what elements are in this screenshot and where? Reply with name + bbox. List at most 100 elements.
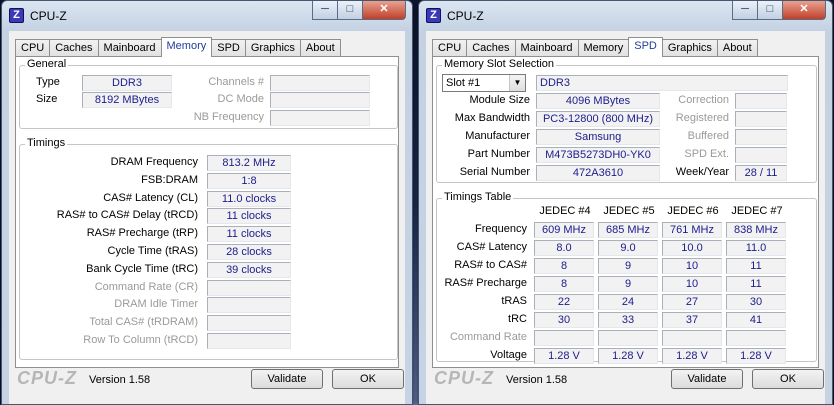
type-label: Type <box>36 76 60 88</box>
cell-trc-jedec-6: 37 <box>662 312 722 328</box>
column-header-jedec-7: JEDEC #7 <box>731 205 783 217</box>
tab-mainboard[interactable]: Mainboard <box>514 39 579 57</box>
tab-caches[interactable]: Caches <box>466 39 516 57</box>
row-label-tras: tRAS <box>501 295 527 307</box>
cell-trc-jedec-7: 41 <box>726 312 786 328</box>
module-size-label: Module Size <box>469 94 530 106</box>
part-number-value: M473B5273DH0-YK0 <box>536 147 660 163</box>
cell-ras-precharge-jedec-5: 9 <box>598 276 658 292</box>
tab-cpu[interactable]: CPU <box>15 39 51 57</box>
cell-ras-to-cas-jedec-7: 11 <box>726 258 786 274</box>
spd-panel: Memory Slot Selection Slot #1 ▼ DDR3 Mod… <box>432 56 819 368</box>
cell-frequency-jedec-5: 685 MHz <box>598 222 658 238</box>
tab-graphics[interactable]: Graphics <box>661 39 718 57</box>
window-content: CPU Caches Mainboard Memory SPD Graphics… <box>426 31 825 404</box>
dc-mode-label: DC Mode <box>217 93 264 105</box>
version-label: Version 1.58 <box>89 374 151 386</box>
tab-memory[interactable]: Memory <box>160 37 213 57</box>
timing-value-fsb-dram: 1:8 <box>207 172 291 189</box>
column-header-jedec-5: JEDEC #5 <box>603 205 655 217</box>
cell-ras-precharge-jedec-4: 8 <box>534 276 594 292</box>
tab-mainboard[interactable]: Mainboard <box>97 39 162 57</box>
timings-table-legend: Timings Table <box>442 191 514 203</box>
channels-label: Channels # <box>208 76 264 88</box>
timing-label-ras-to-cas-delay-trcd: RAS# to CAS# Delay (tRCD) <box>56 209 198 222</box>
timing-value-row-to-column-trcd <box>207 333 291 349</box>
cell-ras-to-cas-jedec-5: 9 <box>598 258 658 274</box>
correction-label: Correction <box>678 94 729 106</box>
timing-value-ras-precharge-trp: 11 clocks <box>207 226 291 243</box>
version-label: Version 1.58 <box>506 374 568 386</box>
timing-label-dram-idle-timer: DRAM Idle Timer <box>114 298 198 311</box>
validate-button[interactable]: Validate <box>671 369 743 389</box>
cell-frequency-jedec-6: 761 MHz <box>662 222 722 238</box>
cell-tras-jedec-5: 24 <box>598 294 658 310</box>
row-label-command-rate: Command Rate <box>449 331 527 343</box>
window-content: CPU Caches Mainboard Memory SPD Graphics… <box>9 31 405 404</box>
tab-spd[interactable]: SPD <box>211 39 246 57</box>
tab-memory[interactable]: Memory <box>577 39 630 57</box>
timing-label-dram-frequency: DRAM Frequency <box>110 156 198 168</box>
cell-frequency-jedec-4: 609 MHz <box>534 222 594 238</box>
tab-caches[interactable]: Caches <box>49 39 99 57</box>
cell-command-rate-jedec-7 <box>726 330 786 346</box>
cpuz-brand-logo: CPU-Z <box>434 368 494 388</box>
size-value: 8192 MBytes <box>82 92 172 108</box>
row-label-ras-precharge: RAS# Precharge <box>444 277 527 289</box>
cell-cas-latency-jedec-7: 11.0 <box>726 240 786 256</box>
ok-button[interactable]: OK <box>752 369 824 389</box>
timing-value-cas-latency-cl: 11.0 clocks <box>207 190 291 207</box>
timing-label-cas-latency-cl: CAS# Latency (CL) <box>103 191 198 204</box>
timings-table-group: Timings Table JEDEC #4 JEDEC #5 JEDEC #6… <box>436 191 817 364</box>
cell-ras-precharge-jedec-6: 10 <box>662 276 722 292</box>
cpuz-window-memory: Z CPU-Z ─ □ ✕ CPU Caches Mainboard Memor… <box>1 0 413 405</box>
close-button[interactable]: ✕ <box>782 1 826 20</box>
week-year-value: 28 / 11 <box>735 165 787 181</box>
cell-command-rate-jedec-5 <box>598 330 658 346</box>
channels-value <box>270 75 370 91</box>
spd-ext-value <box>735 147 787 163</box>
slot-select[interactable]: Slot #1 ▼ <box>442 74 526 92</box>
size-label: Size <box>36 93 58 105</box>
registered-value <box>735 111 787 127</box>
tab-cpu[interactable]: CPU <box>432 39 468 57</box>
timings-legend: Timings <box>25 137 68 149</box>
tab-about[interactable]: About <box>716 39 758 57</box>
timing-value-dram-frequency: 813.2 MHz <box>207 155 291 171</box>
window-title: CPU-Z <box>30 9 67 23</box>
max-bandwidth-label: Max Bandwidth <box>454 112 530 124</box>
maximize-button[interactable]: □ <box>757 1 783 20</box>
minimize-button[interactable]: ─ <box>312 1 338 20</box>
tab-graphics[interactable]: Graphics <box>244 39 301 57</box>
title-bar[interactable]: Z CPU-Z ─ □ ✕ <box>2 1 412 31</box>
registered-label: Registered <box>675 112 729 124</box>
serial-number-value: 472A3610 <box>536 165 660 181</box>
validate-button[interactable]: Validate <box>251 369 323 389</box>
slot-selection-legend: Memory Slot Selection <box>442 58 557 70</box>
cell-ras-to-cas-jedec-6: 10 <box>662 258 722 274</box>
timing-label-ras-precharge-trp: RAS# Precharge (tRP) <box>86 227 198 240</box>
timing-value-command-rate-cr <box>207 279 291 296</box>
tab-about[interactable]: About <box>299 39 341 57</box>
cpuz-app-icon: Z <box>9 8 24 23</box>
maximize-button[interactable]: □ <box>337 1 363 20</box>
minimize-button[interactable]: ─ <box>732 1 758 20</box>
tab-spd[interactable]: SPD <box>628 37 663 57</box>
nb-frequency-value <box>270 110 370 126</box>
cell-tras-jedec-6: 27 <box>662 294 722 310</box>
memory-panel: General Type DDR3 Size 8192 MBytes Chann… <box>15 56 399 368</box>
ok-button[interactable]: OK <box>332 369 404 389</box>
cell-trc-jedec-5: 33 <box>598 312 658 328</box>
nb-frequency-label: NB Frequency <box>193 111 264 123</box>
cell-ras-precharge-jedec-7: 11 <box>726 276 786 292</box>
timing-label-bank-cycle-time-trc: Bank Cycle Time (tRC) <box>86 262 198 275</box>
close-button[interactable]: ✕ <box>362 1 406 20</box>
cpuz-brand-logo: CPU-Z <box>17 368 77 388</box>
timing-value-ras-to-cas-delay-trcd: 11 clocks <box>207 208 291 225</box>
title-bar[interactable]: Z CPU-Z ─ □ ✕ <box>419 1 832 31</box>
timing-value-bank-cycle-time-trc: 39 clocks <box>207 261 291 278</box>
slot-selection-group: Memory Slot Selection Slot #1 ▼ DDR3 Mod… <box>436 58 817 183</box>
cell-ras-to-cas-jedec-4: 8 <box>534 258 594 274</box>
chevron-down-icon[interactable]: ▼ <box>509 75 525 91</box>
buffered-value <box>735 129 787 145</box>
